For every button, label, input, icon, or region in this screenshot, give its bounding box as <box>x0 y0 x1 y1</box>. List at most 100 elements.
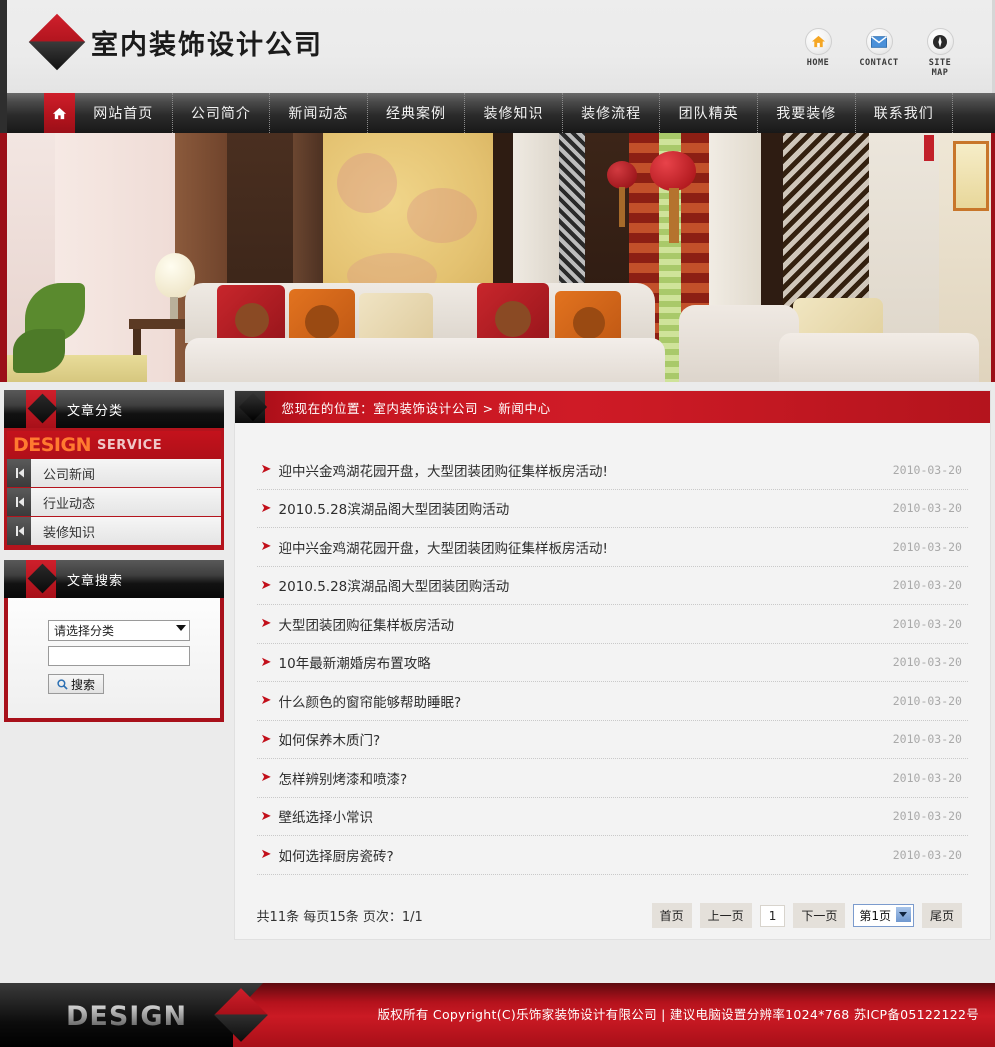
footer-brand: DESIGN <box>66 1001 188 1032</box>
page-title: 室内装饰设计公司 <box>91 29 323 61</box>
chevron-right-icon: ➤ <box>260 847 272 863</box>
news-list-item[interactable]: ➤ 大型团装团购征集样板房活动 2010-03-20 <box>256 605 968 644</box>
hero-banner-image <box>0 133 995 382</box>
news-date: 2010-03-20 <box>892 616 962 631</box>
search-button-label: 搜索 <box>70 677 95 692</box>
quick-link-sitemap-label: SITE MAP <box>928 58 952 78</box>
design-word: DESIGN <box>13 434 92 456</box>
quick-link-home[interactable]: HOME <box>796 28 840 78</box>
news-title: 怎样辨别烤漆和喷漆? <box>278 771 408 788</box>
chevron-right-icon: ➤ <box>260 500 272 516</box>
news-list-item[interactable]: ➤ 10年最新潮婚房布置攻略 2010-03-20 <box>256 644 968 682</box>
pagination-controls: 首页 上一页 1 下一页 第1页 尾页 <box>651 903 962 928</box>
nav-home-button[interactable] <box>44 93 75 133</box>
service-word: SERVICE <box>97 437 163 453</box>
news-title: 10年最新潮婚房布置攻略 <box>278 656 431 673</box>
news-list-item[interactable]: ➤ 什么颜色的窗帘能够帮助睡眠? 2010-03-20 <box>256 682 968 721</box>
chevron-down-icon <box>895 907 911 922</box>
pagination-page-select-value: 第1页 <box>859 909 891 923</box>
news-title: 2010.5.28滨湖品阁大型团装团购活动 <box>278 502 510 519</box>
quick-link-home-label: HOME <box>806 58 830 68</box>
pagination-page-select[interactable]: 第1页 <box>853 904 914 927</box>
pagination-next-button[interactable]: 下一页 <box>793 903 846 928</box>
news-list-item[interactable]: ➤ 如何选择厨房瓷砖? 2010-03-20 <box>256 836 968 875</box>
quick-link-contact[interactable]: CONTACT <box>857 28 901 78</box>
news-date: 2010-03-20 <box>892 770 962 785</box>
house-icon <box>52 107 67 119</box>
search-keyword-input[interactable] <box>48 646 190 666</box>
site-footer: DESIGN 版权所有 Copyright(C)乐饰家装饰设计有限公司 | 建议… <box>0 983 995 1047</box>
pagination-last-button[interactable]: 尾页 <box>921 903 962 928</box>
nav-item-knowledge[interactable]: 装修知识 <box>465 93 563 133</box>
news-list-item[interactable]: ➤ 如何保养木质门? 2010-03-20 <box>256 721 968 759</box>
chevron-right-icon: ➤ <box>260 808 272 824</box>
arrow-right-icon <box>7 517 31 545</box>
news-title: 大型团装团购征集样板房活动 <box>278 617 455 634</box>
sidebar-item-industry-news[interactable]: 行业动态 <box>7 488 221 517</box>
nav-item-order[interactable]: 我要装修 <box>758 93 856 133</box>
news-date: 2010-03-20 <box>892 539 962 554</box>
pagination-first-button[interactable]: 首页 <box>651 903 692 928</box>
news-list-item[interactable]: ➤ 2010.5.28滨湖品阁大型团装团购活动 2010-03-20 <box>256 567 968 605</box>
pagination: 共11条 每页15条 页次：1/1 首页 上一页 1 下一页 第1页 尾页 <box>235 875 990 939</box>
nav-item-about[interactable]: 公司简介 <box>173 93 271 133</box>
news-list-item[interactable]: ➤ 迎中兴金鸡湖花园开盘，大型团装团购征集样板房活动! 2010-03-20 <box>256 528 968 567</box>
news-list-item[interactable]: ➤ 壁纸选择小常识 2010-03-20 <box>256 798 968 836</box>
sidebar-item-label: 公司新闻 <box>43 467 96 483</box>
search-submit-button[interactable]: 搜索 <box>48 674 104 694</box>
nav-item-process[interactable]: 装修流程 <box>563 93 661 133</box>
category-panel-header: 文章分类 <box>4 390 224 428</box>
nav-item-cases[interactable]: 经典案例 <box>368 93 466 133</box>
site-header: 室内装饰设计公司 HOME CONTACT SITE MAP <box>0 0 995 93</box>
news-date: 2010-03-20 <box>892 809 962 824</box>
pagination-current-page[interactable]: 1 <box>759 904 786 927</box>
diamond-logo-icon <box>28 13 86 71</box>
arrow-right-icon <box>7 488 31 516</box>
sidebar-item-company-news[interactable]: 公司新闻 <box>7 459 221 488</box>
chevron-right-icon: ➤ <box>260 539 272 555</box>
main-navigation: 网站首页 公司简介 新闻动态 经典案例 装修知识 装修流程 团队精英 我要装修 … <box>0 93 995 133</box>
pagination-prev-button[interactable]: 上一页 <box>699 903 752 928</box>
sidebar-item-label: 装修知识 <box>43 525 96 541</box>
news-title: 壁纸选择小常识 <box>278 810 374 827</box>
breadcrumb-bar: 您现在的位置：室内装饰设计公司 > 新闻中心 <box>234 391 990 423</box>
search-icon <box>57 678 68 690</box>
compass-icon <box>926 28 954 55</box>
chevron-right-icon: ➤ <box>260 616 272 632</box>
nav-item-team[interactable]: 团队精英 <box>660 93 758 133</box>
news-title: 迎中兴金鸡湖花园开盘，大型团装团购征集样板房活动! <box>278 463 608 480</box>
news-title: 什么颜色的窗帘能够帮助睡眠? <box>278 694 462 711</box>
quick-link-contact-label: CONTACT <box>859 58 899 68</box>
nav-right-spacer <box>953 93 995 133</box>
news-date: 2010-03-20 <box>892 693 962 708</box>
sidebar-item-decoration-knowledge[interactable]: 装修知识 <box>7 517 221 546</box>
news-title: 如何保养木质门? <box>278 733 381 750</box>
search-category-select[interactable]: 请选择分类 <box>48 620 190 641</box>
news-list-item[interactable]: ➤ 2010.5.28滨湖品阁大型团装团购活动 2010-03-20 <box>256 490 968 528</box>
nav-left-spacer <box>7 93 44 133</box>
chevron-right-icon: ➤ <box>260 654 272 670</box>
news-date: 2010-03-20 <box>892 655 962 670</box>
news-date: 2010-03-20 <box>892 578 962 593</box>
news-title: 迎中兴金鸡湖花园开盘，大型团装团购征集样板房活动! <box>278 540 608 557</box>
search-panel-title: 文章搜索 <box>67 573 124 589</box>
news-list-item[interactable]: ➤ 怎样辨别烤漆和喷漆? 2010-03-20 <box>256 759 968 798</box>
news-section: ➤ 迎中兴金鸡湖花园开盘，大型团装团购征集样板房活动! 2010-03-20 ➤… <box>234 423 990 875</box>
news-title: 2010.5.28滨湖品阁大型团装团购活动 <box>278 579 510 596</box>
chevron-right-icon: ➤ <box>260 770 272 786</box>
news-date: 2010-03-20 <box>892 732 962 747</box>
site-logo[interactable]: 室内装饰设计公司 <box>28 13 323 71</box>
arrow-right-icon <box>7 459 31 487</box>
nav-item-home[interactable]: 网站首页 <box>75 93 173 133</box>
category-panel-body: DESIGN SERVICE 公司新闻 行业动态 装修知识 <box>4 428 224 550</box>
nav-item-contact[interactable]: 联系我们 <box>856 93 954 133</box>
quick-link-sitemap[interactable]: SITE MAP <box>918 28 962 78</box>
search-panel-body: 请选择分类 搜索 <box>4 598 224 722</box>
breadcrumb: 您现在的位置：室内装饰设计公司 > 新闻中心 <box>281 400 551 416</box>
nav-item-news[interactable]: 新闻动态 <box>270 93 368 133</box>
news-list-item[interactable]: ➤ 迎中兴金鸡湖花园开盘，大型团装团购征集样板房活动! 2010-03-20 <box>256 451 968 490</box>
pagination-info: 共11条 每页15条 页次：1/1 <box>256 910 423 925</box>
search-panel-header: 文章搜索 <box>4 560 224 598</box>
chevron-right-icon: ➤ <box>260 693 272 709</box>
chevron-right-icon: ➤ <box>260 731 272 747</box>
